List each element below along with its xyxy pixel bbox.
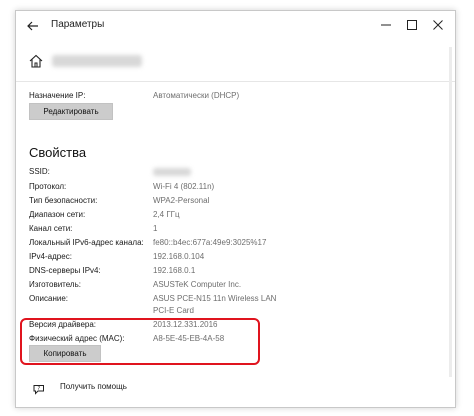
minimize-icon — [381, 24, 391, 26]
property-label: IPv4-адрес: — [29, 252, 72, 261]
property-value: Wi-Fi 4 (802.11n) — [153, 182, 215, 191]
back-button[interactable] — [24, 17, 42, 35]
property-value: 192.168.0.104 — [153, 252, 205, 261]
back-arrow-icon — [27, 21, 38, 31]
property-value: fe80::b4ec:677a:49e9:3025%17 — [153, 238, 267, 247]
property-label: SSID: — [29, 167, 50, 176]
svg-text:?: ? — [37, 386, 40, 392]
property-value: ASUSTeK Computer Inc. — [153, 280, 242, 289]
properties-title: Свойства — [29, 145, 87, 160]
ip-assignment-value: Автоматически (DHCP) — [153, 91, 240, 100]
property-value: WPA2-Personal — [153, 196, 210, 205]
get-help-label: Получить помощь — [60, 382, 127, 391]
scrollbar[interactable] — [449, 47, 452, 377]
help-icon: ? — [33, 385, 44, 395]
mac-highlight-frame — [20, 318, 260, 365]
property-value: 2,4 ГГц — [153, 210, 180, 219]
property-label: Протокол: — [29, 182, 67, 191]
network-name-blurred — [52, 55, 142, 67]
property-value: ASUS PCE-N15 11n Wireless LAN — [153, 294, 277, 303]
edit-ip-button[interactable]: Редактировать — [29, 103, 113, 120]
property-value: 1 — [153, 224, 158, 233]
home-icon — [29, 54, 43, 68]
title-bar: Параметры — [16, 11, 455, 41]
property-label: Изготовитель: — [29, 280, 81, 289]
divider — [16, 81, 455, 82]
close-icon — [433, 20, 443, 30]
ssid-value-blurred — [153, 168, 191, 176]
property-value-line2: PCI-E Card — [153, 306, 194, 315]
property-value: 192.168.0.1 — [153, 266, 196, 275]
close-button[interactable] — [427, 15, 449, 37]
property-label: Канал сети: — [29, 224, 73, 233]
minimize-button[interactable] — [375, 15, 397, 37]
property-label: Описание: — [29, 294, 69, 303]
maximize-icon — [407, 20, 417, 30]
ip-assignment-label: Назначение IP: — [29, 91, 86, 100]
property-label: Диапазон сети: — [29, 210, 86, 219]
get-help-link[interactable]: ? Получить помощь — [32, 381, 232, 397]
window-title: Параметры — [51, 19, 105, 30]
property-label: DNS-серверы IPv4: — [29, 266, 101, 275]
property-label: Локальный IPv6-адрес канала: — [29, 238, 144, 247]
maximize-button[interactable] — [401, 15, 423, 37]
settings-window: Параметры Назначение IP: Автоматически (… — [15, 10, 456, 408]
network-header — [28, 51, 328, 75]
property-label: Тип безопасности: — [29, 196, 98, 205]
